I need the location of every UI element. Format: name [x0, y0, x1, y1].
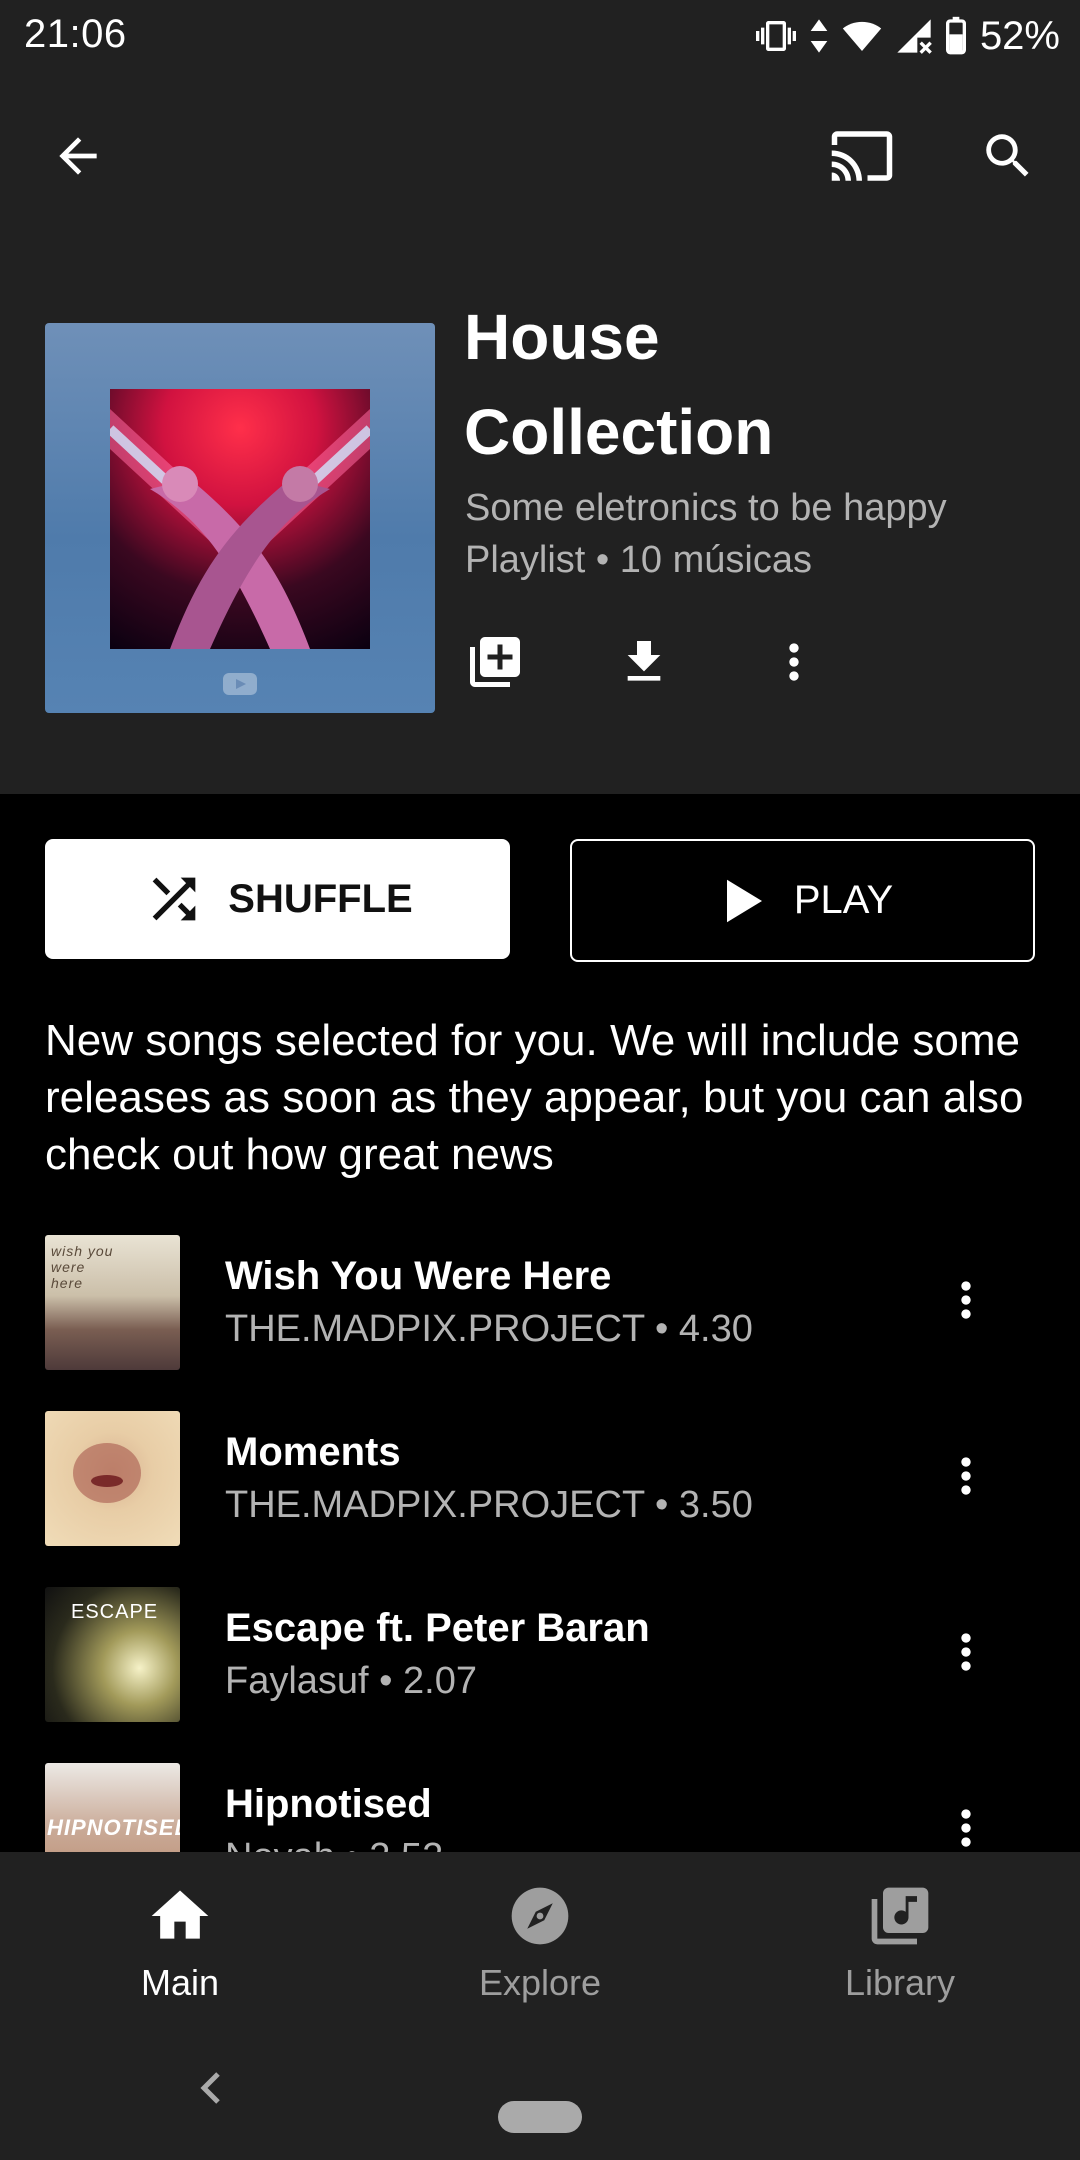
- track-row[interactable]: wish you were here Wish You Were Here TH…: [0, 1216, 1080, 1392]
- battery-icon: [945, 16, 966, 55]
- track-more-button[interactable]: [930, 1792, 1002, 1852]
- shuffle-button[interactable]: SHUFFLE: [45, 839, 510, 959]
- system-navigation-bar: [0, 2028, 1080, 2160]
- more-vert-icon: [789, 643, 799, 681]
- thumb-caption: ESCAPE: [71, 1601, 159, 1623]
- cast-icon: [831, 131, 893, 181]
- add-to-library-button[interactable]: [459, 626, 531, 698]
- track-row[interactable]: HIPNOTISED Hipnotised Novah • 2.52: [0, 1744, 1080, 1852]
- playlist-description: New songs selected for you. We will incl…: [45, 1016, 1024, 1179]
- title-line-1: House: [464, 301, 660, 373]
- shuffle-icon: [152, 877, 196, 921]
- track-thumbnail: ESCAPE: [45, 1587, 180, 1722]
- playlist-cover-art: [45, 323, 435, 713]
- youtube-logo: [223, 673, 257, 695]
- search-button[interactable]: [960, 108, 1056, 204]
- track-row[interactable]: ESCAPE Escape ft. Peter Baran Faylasuf •…: [0, 1568, 1080, 1744]
- battery-percent: 52%: [979, 13, 1060, 58]
- more-vert-icon: [961, 1633, 971, 1671]
- signal-icon: [897, 19, 932, 54]
- play-button[interactable]: PLAY: [570, 839, 1035, 962]
- home-icon: [151, 1890, 209, 1939]
- system-home-pill[interactable]: [498, 2101, 582, 2133]
- library-icon: [871, 1887, 929, 1945]
- track-more-button[interactable]: [930, 1264, 1002, 1336]
- nav-explore-label: Explore: [478, 1962, 602, 2003]
- system-back-button[interactable]: [190, 2068, 230, 2108]
- track-artist-duration: Faylasuf • 2.07: [225, 1660, 477, 1702]
- track-title: Hipnotised: [225, 1782, 432, 1826]
- bottom-navigation: Main Explore Library: [0, 1852, 1080, 2028]
- explore-icon: [511, 1887, 569, 1945]
- data-arrows-icon: [810, 19, 828, 53]
- playlist-subtitle: Some eletronics to be happy: [465, 487, 947, 529]
- shuffle-label: SHUFFLE: [228, 876, 413, 921]
- track-thumbnail: HIPNOTISED: [45, 1763, 180, 1852]
- play-label: PLAY: [793, 878, 894, 922]
- wifi-icon: [842, 21, 882, 51]
- playlist-title: House Collection: [464, 290, 1064, 480]
- track-title: Wish You Were Here: [225, 1254, 612, 1298]
- nav-library-label: Library: [844, 1962, 956, 2003]
- track-thumbnail: [45, 1411, 180, 1546]
- more-vert-icon: [961, 1457, 971, 1495]
- cast-button[interactable]: [814, 108, 910, 204]
- more-vert-icon: [961, 1809, 971, 1847]
- search-icon: [986, 134, 1029, 177]
- track-more-button[interactable]: [930, 1616, 1002, 1688]
- playlist-header: House Collection Some eletronics to be h…: [0, 72, 1080, 794]
- status-time: 21:06: [24, 12, 127, 56]
- face-art: [73, 1443, 141, 1503]
- track-artist-duration: Novah • 2.52: [225, 1836, 443, 1852]
- status-icons: 52%: [754, 10, 1060, 62]
- more-vert-icon: [961, 1281, 971, 1319]
- thumb-caption: HIPNOTISED: [47, 1815, 180, 1840]
- playlist-meta: Playlist • 10 músicas: [465, 539, 812, 581]
- back-arrow-icon: [59, 137, 97, 175]
- track-list: wish you were here Wish You Were Here TH…: [0, 1216, 1080, 1852]
- nav-main-label: Main: [140, 1962, 220, 2003]
- cover-image: [110, 389, 370, 649]
- title-line-2: Collection: [464, 396, 774, 468]
- vibrate-icon: [755, 21, 796, 51]
- add-to-library-icon: [470, 637, 520, 687]
- track-artist-duration: THE.MADPIX.PROJECT • 4.30: [225, 1308, 753, 1350]
- download-icon: [627, 641, 661, 681]
- thumb-caption: wish you were here: [51, 1243, 114, 1291]
- track-title: Moments: [225, 1430, 401, 1474]
- play-icon: [726, 879, 762, 922]
- nav-main[interactable]: Main: [0, 1852, 360, 2028]
- playlist-more-button[interactable]: [758, 626, 830, 698]
- download-button[interactable]: [608, 626, 680, 698]
- track-row[interactable]: Moments THE.MADPIX.PROJECT • 3.50: [0, 1392, 1080, 1568]
- track-title: Escape ft. Peter Baran: [225, 1606, 650, 1650]
- back-button[interactable]: [30, 108, 126, 204]
- chevron-left-icon: [200, 2072, 220, 2104]
- track-more-button[interactable]: [930, 1440, 1002, 1512]
- track-artist-duration: THE.MADPIX.PROJECT • 3.50: [225, 1484, 753, 1526]
- nav-explore[interactable]: Explore: [360, 1852, 720, 2028]
- status-bar: 21:06 52%: [0, 0, 1080, 72]
- nav-library[interactable]: Library: [720, 1852, 1080, 2028]
- crossed-arms-graphic: [110, 409, 370, 649]
- track-thumbnail: wish you were here: [45, 1235, 180, 1370]
